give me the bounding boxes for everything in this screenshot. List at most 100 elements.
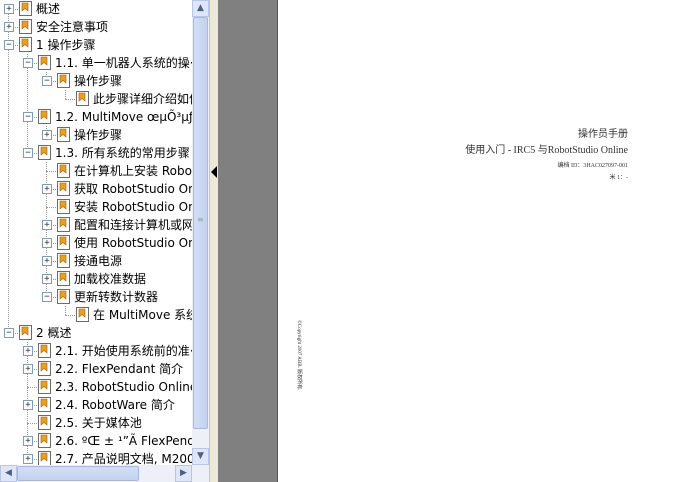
bookmark-icon <box>57 127 70 142</box>
bookmark-label: 使用 RobotStudio Onl <box>74 236 192 250</box>
bookmark-label: 概述 <box>36 2 61 16</box>
bookmark-label: 此步骤详细介绍如何 <box>93 92 192 106</box>
bookmark-icon <box>57 253 70 268</box>
bookmark-icon <box>76 91 89 106</box>
minus-icon[interactable]: − <box>42 292 52 302</box>
bookmark-icon <box>38 145 51 160</box>
bookmark-item[interactable]: +2.2. FlexPendant 简介 <box>0 360 192 378</box>
bookmark-label: 2.5. 关于媒体池 <box>55 416 142 430</box>
bookmark-icon <box>38 415 51 430</box>
bookmark-icon <box>38 397 51 412</box>
minus-icon[interactable]: − <box>4 328 14 338</box>
plus-icon[interactable]: + <box>42 256 52 266</box>
vertical-scrollbar[interactable]: ▲ ≡ ▼ <box>192 0 209 465</box>
bookmark-label: 1.1. 单一机器人系统的操· <box>55 56 192 70</box>
plus-icon[interactable]: + <box>4 22 14 32</box>
bookmark-item[interactable]: − 1.1. 单一机器人系统的操· <box>0 54 192 72</box>
bookmark-label: 在 MultiMove 系统 <box>93 308 192 322</box>
bookmark-icon <box>38 343 51 358</box>
horizontal-scroll-thumb[interactable] <box>17 466 139 481</box>
bookmark-item[interactable]: +2.6. ºŒ ± ¹”Ã FlexPenda <box>0 432 192 450</box>
doc-id: 编档 ID：3HAC027097-001 <box>557 163 629 169</box>
bookmark-item[interactable]: + 接通电源 <box>0 252 192 270</box>
bookmark-item[interactable]: 安装 RobotStudio Onl <box>0 198 192 216</box>
bookmark-icon <box>38 433 51 448</box>
bookmark-icon <box>19 37 32 52</box>
bookmark-item[interactable]: − 1 操作步骤 <box>0 36 192 54</box>
bookmark-label: 在计算机上安装 Robot <box>74 164 192 178</box>
plus-icon[interactable]: + <box>42 274 52 284</box>
bookmark-label: 2.6. ºŒ ± ¹”Ã FlexPenda <box>55 434 192 448</box>
plus-icon[interactable]: + <box>23 364 33 374</box>
bookmark-item[interactable]: + 概述 <box>0 0 192 18</box>
minus-icon[interactable]: − <box>23 112 33 122</box>
plus-icon[interactable]: + <box>42 238 52 248</box>
triangle-left-icon[interactable] <box>211 166 217 178</box>
bookmark-item[interactable]: − 2 概述 <box>0 324 192 342</box>
doc-revision: 米 1：- <box>609 175 629 181</box>
bookmark-icon <box>38 361 51 376</box>
bookmark-icon <box>57 73 70 88</box>
bookmark-item[interactable]: + 使用 RobotStudio Onl <box>0 234 192 252</box>
bookmark-label: 配置和连接计算机或网 <box>74 218 192 232</box>
grip-icon: ≡ <box>197 215 204 224</box>
bookmark-item[interactable]: 此步骤详细介绍如何 <box>0 90 192 108</box>
plus-icon[interactable]: + <box>4 4 14 14</box>
bookmark-label: 加载校准数据 <box>74 272 147 286</box>
bookmark-label: 2.3. RobotStudio Online <box>55 380 192 394</box>
bookmark-icon <box>19 325 32 340</box>
bookmark-item[interactable]: + 配置和连接计算机或网 <box>0 216 192 234</box>
bookmark-item[interactable]: − 更新转数计数器 <box>0 288 192 306</box>
bookmark-item[interactable]: + 安全注意事项 <box>0 18 192 36</box>
bookmark-item[interactable]: − 1.2. MultiMove œµÕ³µƒ² <box>0 108 192 126</box>
plus-icon[interactable]: + <box>23 346 33 356</box>
bookmark-icon <box>19 19 32 34</box>
bookmark-icon <box>38 379 51 394</box>
bookmark-label: 接通电源 <box>74 254 123 268</box>
bookmark-item[interactable]: + 操作步骤 <box>0 126 192 144</box>
bookmark-icon <box>76 307 89 322</box>
plus-icon[interactable]: + <box>42 184 52 194</box>
doc-title: 操作员手册 <box>578 129 628 140</box>
bookmark-icon <box>57 235 70 250</box>
bookmark-label: 操作步骤 <box>74 128 123 142</box>
bookmark-icon <box>57 271 70 286</box>
bookmark-label: 2.4. RobotWare 简介 <box>55 398 175 412</box>
minus-icon[interactable]: − <box>23 58 33 68</box>
bookmark-item[interactable]: +2.7. 产品说明文档, M200 <box>0 450 192 465</box>
bookmark-item[interactable]: + 加载校准数据 <box>0 270 192 288</box>
minus-icon[interactable]: − <box>42 76 52 86</box>
minus-icon[interactable]: − <box>4 40 14 50</box>
plus-icon[interactable]: + <box>42 220 52 230</box>
bookmark-item[interactable]: − 1.3. 所有系统的常用步骤 <box>0 144 192 162</box>
arrow-left-icon[interactable]: ◀ <box>0 465 17 482</box>
plus-icon[interactable]: + <box>23 454 33 464</box>
arrow-up-icon[interactable]: ▲ <box>192 0 209 17</box>
plus-icon[interactable]: + <box>23 400 33 410</box>
plus-icon[interactable]: + <box>23 436 33 446</box>
bookmark-icon <box>57 163 70 178</box>
bookmark-item[interactable]: − 操作步骤 <box>0 72 192 90</box>
document-view[interactable]: 操作员手册 使用入门 - IRC5 与RobotStudio Online 编档… <box>218 0 673 482</box>
bookmark-item[interactable]: +2.4. RobotWare 简介 <box>0 396 192 414</box>
bookmark-label: 安装 RobotStudio Onl <box>74 200 192 214</box>
bookmark-label: 1.2. MultiMove œµÕ³µƒ² <box>55 110 192 124</box>
horizontal-scrollbar[interactable]: ◀ ▶ <box>0 465 209 482</box>
bookmark-item[interactable]: +2.1. 开始使用系统前的准· <box>0 342 192 360</box>
minus-icon[interactable]: − <box>23 148 33 158</box>
plus-icon[interactable]: + <box>42 130 52 140</box>
arrow-right-icon[interactable]: ▶ <box>175 465 192 482</box>
bookmark-item[interactable]: 2.3. RobotStudio Online <box>0 378 192 396</box>
arrow-down-icon[interactable]: ▼ <box>192 448 209 465</box>
bookmark-label: 1 操作步骤 <box>36 38 96 52</box>
bookmark-tree-panel: + 概述 + 安全注意事项 −1 操作步骤 −1.1. 单一机器人系统的操· − 操作步骤 此步… <box>0 0 192 465</box>
bookmark-icon <box>57 289 70 304</box>
bookmark-item[interactable]: 在计算机上安装 Robot <box>0 162 192 180</box>
bookmark-item[interactable]: 在 MultiMove 系统 <box>0 306 192 324</box>
vertical-scroll-thumb[interactable]: ≡ <box>193 17 208 429</box>
bookmark-item[interactable]: + 获取 RobotStudio Onl <box>0 180 192 198</box>
bookmark-icon <box>57 217 70 232</box>
bookmark-icon <box>38 109 51 124</box>
bookmark-label: 操作步骤 <box>74 74 123 88</box>
bookmark-item[interactable]: 2.5. 关于媒体池 <box>0 414 192 432</box>
